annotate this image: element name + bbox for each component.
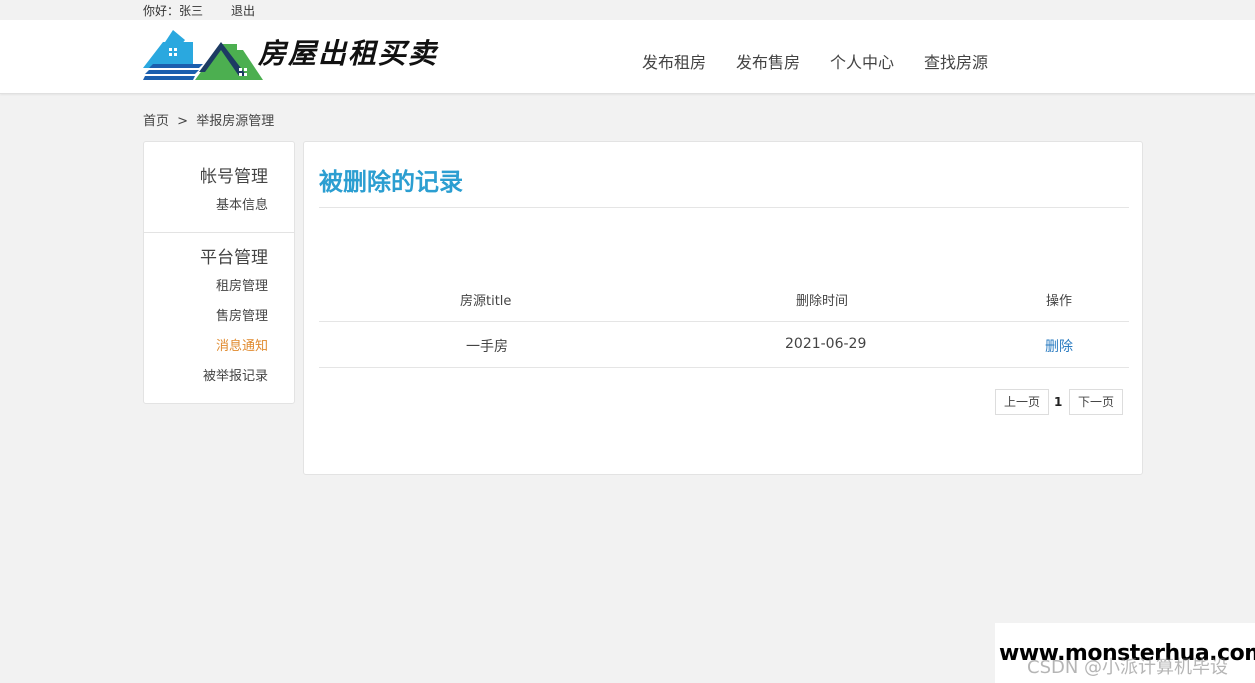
breadcrumb-separator: > bbox=[177, 114, 189, 129]
current-page-number[interactable]: 1 bbox=[1054, 395, 1062, 409]
delete-link[interactable]: 删除 bbox=[1045, 336, 1073, 356]
cell-delete-time: 2021-06-29 bbox=[785, 336, 867, 352]
header-divider bbox=[319, 321, 1129, 322]
sidebar-item-sale-manage[interactable]: 售房管理 bbox=[216, 305, 268, 324]
sidebar-divider bbox=[144, 232, 294, 233]
nav-find-house[interactable]: 查找房源 bbox=[924, 49, 988, 73]
sidebar: 帐号管理 基本信息 平台管理 租房管理 售房管理 消息通知 被举报记录 bbox=[143, 141, 295, 404]
main-panel: 被删除的记录 房源title 删除时间 操作 一手房 2021-06-29 删除… bbox=[303, 141, 1143, 475]
watermark: www.monsterhua.com CSDN @小派计算机毕设 bbox=[995, 623, 1255, 683]
nav-publish-rent[interactable]: 发布租房 bbox=[642, 49, 706, 73]
next-page-button[interactable]: 下一页 bbox=[1069, 389, 1123, 415]
column-header-action: 操作 bbox=[1046, 294, 1073, 309]
site-title: 房屋出租买卖 bbox=[258, 37, 439, 70]
logout-link[interactable]: 退出 bbox=[231, 2, 255, 19]
nav-publish-sale[interactable]: 发布售房 bbox=[736, 49, 800, 73]
column-header-time: 删除时间 bbox=[796, 294, 849, 309]
sidebar-item-notifications[interactable]: 消息通知 bbox=[216, 335, 268, 354]
sidebar-section-platform: 平台管理 bbox=[200, 248, 268, 268]
breadcrumb-current: 举报房源管理 bbox=[196, 114, 275, 129]
sidebar-item-reported-records[interactable]: 被举报记录 bbox=[203, 365, 268, 384]
breadcrumb: 首页 > 举报房源管理 bbox=[143, 110, 278, 129]
breadcrumb-home[interactable]: 首页 bbox=[143, 114, 169, 129]
title-divider bbox=[319, 207, 1129, 208]
cell-house-title: 一手房 bbox=[466, 339, 508, 355]
top-bar: 你好：张三 退出 bbox=[0, 0, 1255, 20]
row-divider bbox=[319, 367, 1129, 368]
prev-page-button[interactable]: 上一页 bbox=[995, 389, 1049, 415]
column-header-title: 房源title bbox=[460, 294, 512, 309]
watermark-csdn: CSDN @小派计算机毕设 bbox=[1027, 657, 1229, 678]
sidebar-section-account: 帐号管理 bbox=[200, 167, 268, 187]
nav-personal-center[interactable]: 个人中心 bbox=[830, 49, 894, 73]
house-logo-icon[interactable] bbox=[143, 28, 273, 82]
sidebar-item-rent-manage[interactable]: 租房管理 bbox=[216, 275, 268, 294]
page-title: 被删除的记录 bbox=[319, 168, 463, 196]
site-header: 房屋出租买卖 发布租房 发布售房 个人中心 查找房源 bbox=[0, 20, 1255, 94]
sidebar-item-basic-info[interactable]: 基本信息 bbox=[216, 194, 268, 213]
greeting-text: 你好：张三 bbox=[143, 4, 204, 18]
